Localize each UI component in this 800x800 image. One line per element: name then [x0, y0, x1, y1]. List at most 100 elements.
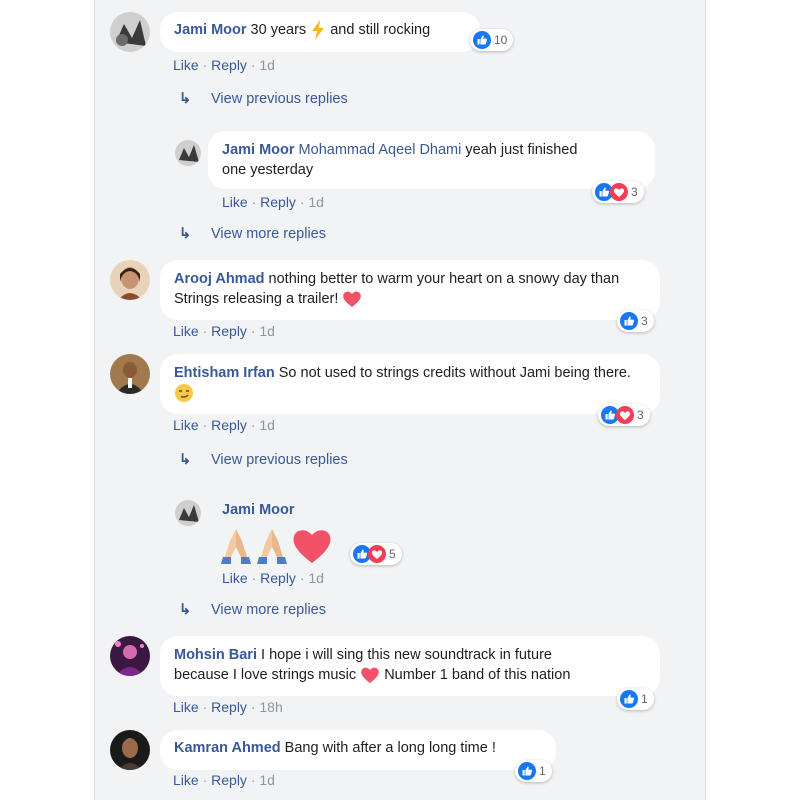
- comment-text: So not used to strings credits without J…: [278, 365, 631, 381]
- reaction-count-text: 3: [631, 185, 638, 199]
- reaction-count[interactable]: 1: [617, 688, 654, 710]
- comment-text: and still rocking: [330, 22, 431, 38]
- reply-link[interactable]: Reply: [211, 417, 247, 433]
- reply-link[interactable]: Reply: [260, 570, 296, 586]
- like-link[interactable]: Like: [173, 772, 199, 788]
- like-link[interactable]: Like: [173, 323, 199, 339]
- avatar[interactable]: [110, 636, 150, 676]
- love-reaction-icon: [610, 183, 628, 201]
- reaction-count[interactable]: 3: [598, 404, 650, 426]
- comment-text: I hope i will sing this new soundtrack i…: [261, 647, 552, 663]
- heart-icon: [361, 667, 379, 684]
- timestamp[interactable]: 1d: [308, 194, 324, 210]
- reply-emoji-row: [219, 525, 333, 565]
- reply-line-1: Jami Moor Mohammad Aqeel Dhami yeah just…: [222, 140, 641, 160]
- reply-arrow-icon: ↳: [179, 226, 192, 242]
- avatar[interactable]: [110, 730, 150, 770]
- reply-arrow-icon: ↳: [179, 602, 192, 618]
- avatar[interactable]: [110, 260, 150, 300]
- comment-bubble: Mohsin Bari I hope i will sing this new …: [160, 636, 660, 696]
- comment-actions: Like · Reply · 18h: [173, 699, 283, 715]
- comment-bubble: Arooj Ahmad nothing better to warm your …: [160, 260, 660, 320]
- comment-bubble: Kamran Ahmed Bang with after a long long…: [160, 730, 556, 770]
- separator: ·: [299, 194, 305, 210]
- comment-line-2: because I love strings music Number 1 ba…: [174, 665, 646, 685]
- comments-panel: Jami Moor 30 years and still rocking 10 …: [94, 0, 706, 800]
- comment-author[interactable]: Kamran Ahmed: [174, 740, 281, 756]
- comment-text: 30 years: [250, 22, 307, 38]
- reply-actions: Like · Reply · 1d: [222, 570, 324, 586]
- comment-text: Bang with after a long long time !: [284, 740, 496, 756]
- separator: ·: [299, 570, 305, 586]
- reply-link[interactable]: Reply: [211, 323, 247, 339]
- separator: ·: [251, 570, 257, 586]
- reaction-count-text: 1: [539, 764, 546, 778]
- reaction-count[interactable]: 3: [617, 310, 654, 332]
- view-previous-replies-label: View previous replies: [211, 452, 348, 468]
- timestamp[interactable]: 1d: [259, 57, 275, 73]
- reply-author[interactable]: Jami Moor: [222, 502, 295, 518]
- view-more-replies-link[interactable]: ↳ View more replies: [179, 226, 326, 242]
- comment-author[interactable]: Jami Moor: [174, 22, 247, 38]
- separator: ·: [202, 57, 208, 73]
- view-more-replies-link[interactable]: ↳ View more replies: [179, 602, 326, 618]
- like-reaction-icon: [620, 312, 638, 330]
- avatar[interactable]: [110, 12, 150, 52]
- comment-author[interactable]: Arooj Ahmad: [174, 271, 265, 287]
- like-link[interactable]: Like: [222, 194, 248, 210]
- reply-link[interactable]: Reply: [260, 194, 296, 210]
- separator: ·: [250, 699, 256, 715]
- reaction-count[interactable]: 10: [470, 29, 514, 51]
- view-previous-replies-label: View previous replies: [211, 91, 348, 107]
- avatar[interactable]: [175, 140, 201, 166]
- like-link[interactable]: Like: [173, 699, 199, 715]
- separator: ·: [202, 699, 208, 715]
- like-link[interactable]: Like: [173, 57, 199, 73]
- view-previous-replies-link[interactable]: ↳ View previous replies: [179, 91, 348, 107]
- separator: ·: [250, 772, 256, 788]
- reply-bubble: Jami Moor Mohammad Aqeel Dhami yeah just…: [208, 131, 655, 189]
- like-reaction-icon: [518, 762, 536, 780]
- comment-author[interactable]: Mohsin Bari: [174, 647, 257, 663]
- separator: ·: [202, 772, 208, 788]
- view-previous-replies-link[interactable]: ↳ View previous replies: [179, 452, 348, 468]
- comment-text: because I love strings music: [174, 667, 357, 683]
- timestamp[interactable]: 1d: [259, 323, 275, 339]
- comment-author[interactable]: Ehtisham Irfan: [174, 365, 275, 381]
- timestamp[interactable]: 1d: [259, 772, 275, 788]
- reaction-count[interactable]: 1: [515, 760, 552, 782]
- like-reaction-icon: [620, 690, 638, 708]
- comment-actions: Like · Reply · 1d: [173, 323, 275, 339]
- separator: ·: [251, 194, 257, 210]
- comment-actions: Like · Reply · 1d: [173, 57, 275, 73]
- love-reaction-icon: [616, 406, 634, 424]
- reply-text: yeah just finished: [465, 142, 578, 158]
- heart-icon: [293, 530, 331, 563]
- timestamp[interactable]: 1d: [259, 417, 275, 433]
- timestamp[interactable]: 1d: [308, 570, 324, 586]
- timestamp[interactable]: 18h: [259, 699, 282, 715]
- reply-link[interactable]: Reply: [211, 57, 247, 73]
- comment-actions: Like · Reply · 1d: [173, 772, 275, 788]
- folded-hands-icon: [257, 529, 287, 564]
- like-reaction-icon: [473, 31, 491, 49]
- avatar[interactable]: [110, 354, 150, 394]
- reply-arrow-icon: ↳: [179, 91, 192, 107]
- reaction-count[interactable]: 5: [350, 543, 402, 565]
- mention-link[interactable]: Mohammad Aqeel Dhami: [299, 142, 462, 158]
- folded-hands-icon: [221, 529, 251, 564]
- like-link[interactable]: Like: [222, 570, 248, 586]
- comment-bubble: Ehtisham Irfan So not used to strings cr…: [160, 354, 660, 414]
- reply-arrow-icon: ↳: [179, 452, 192, 468]
- reaction-count[interactable]: 3: [592, 181, 644, 203]
- reply-link[interactable]: Reply: [211, 772, 247, 788]
- separator: ·: [250, 57, 256, 73]
- reply-author[interactable]: Jami Moor: [222, 142, 295, 158]
- reply-actions: Like · Reply · 1d: [222, 194, 324, 210]
- reply-link[interactable]: Reply: [211, 699, 247, 715]
- view-more-replies-label: View more replies: [211, 226, 326, 242]
- separator: ·: [202, 417, 208, 433]
- avatar[interactable]: [175, 500, 201, 526]
- like-link[interactable]: Like: [173, 417, 199, 433]
- reaction-count-text: 5: [389, 547, 396, 561]
